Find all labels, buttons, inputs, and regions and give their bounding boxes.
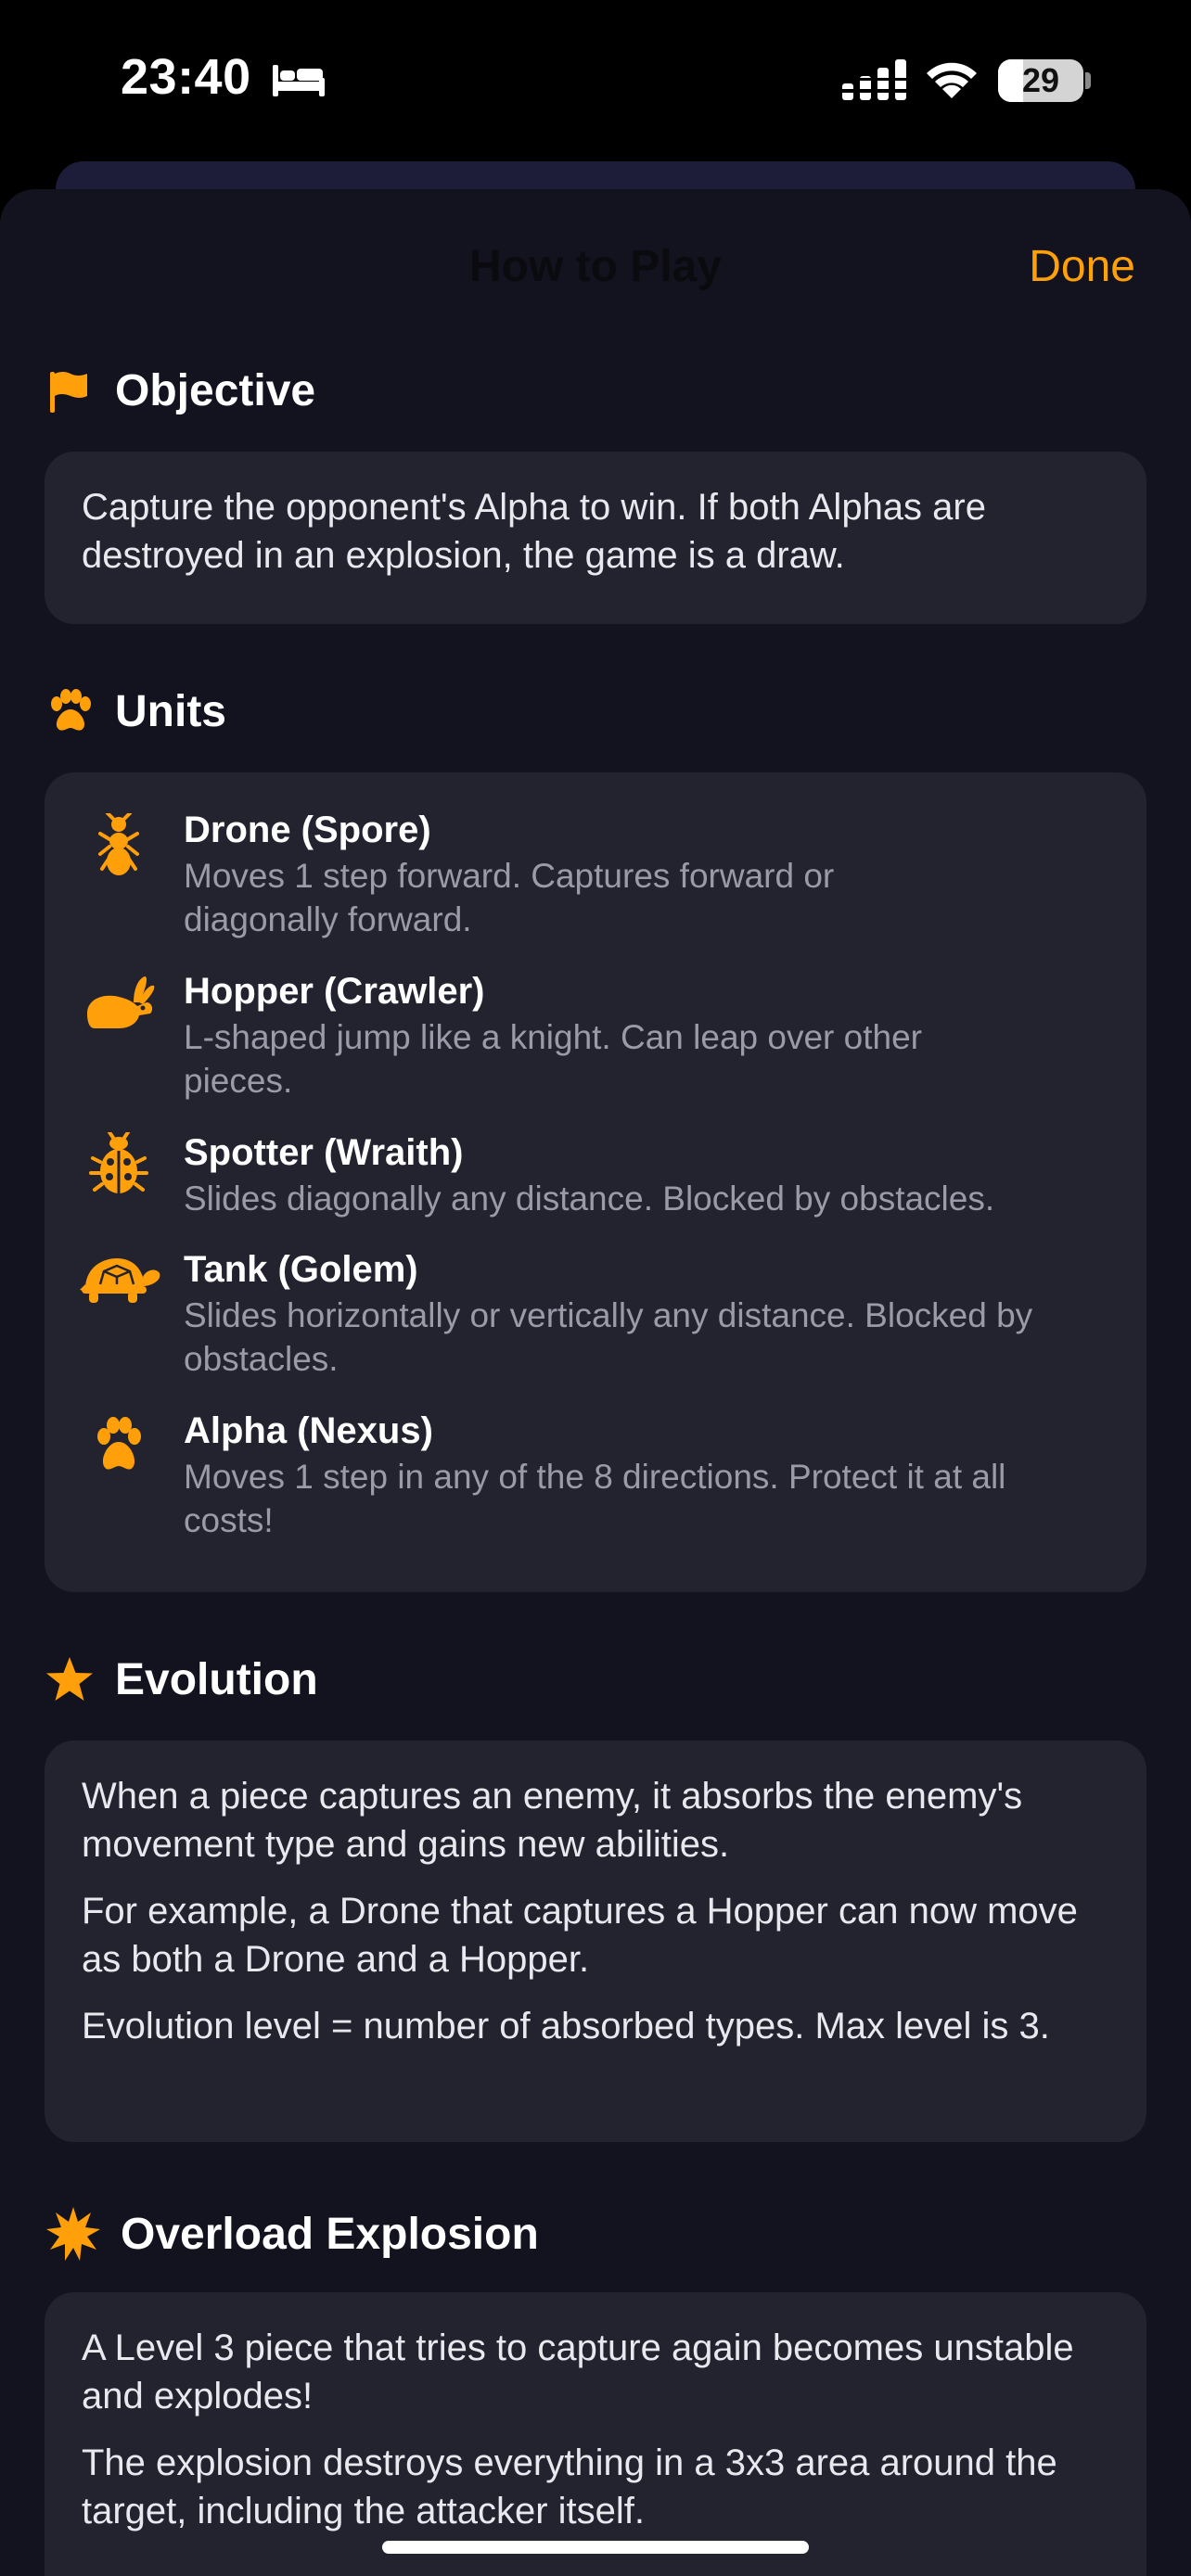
units-title: Units [115,687,226,736]
tortoise-icon [80,1258,160,1303]
unit-name: Drone (Spore) [184,810,431,850]
unit-name: Alpha (Nexus) [184,1410,433,1451]
unit-description: Moves 1 step forward. Captures forward o… [184,857,835,938]
sleep-focus-icon [273,65,325,96]
burst-icon [46,2207,100,2261]
unit-name: Hopper (Crawler) [184,971,485,1012]
evolution-text-1: When a piece captures an enemy, it absor… [82,1776,1023,1865]
unit-description: Moves 1 step in any of the 8 directions.… [184,1458,1006,1539]
flag-icon [50,371,87,413]
units-header: Units [45,686,226,737]
evolution-header: Evolution [45,1654,318,1705]
star-icon [46,1656,93,1701]
how-to-play-sheet: How to Play Done Objective Capture the o… [0,189,1191,2576]
unit-description: L-shaped jump like a knight. Can leap ov… [184,1018,922,1100]
wifi-icon [927,62,977,98]
hare-icon [87,976,155,1028]
units-card: Drone (Spore) Moves 1 step forward. Capt… [45,772,1146,1592]
battery-level: 29 [1021,61,1060,99]
done-button[interactable]: Done [1029,241,1135,292]
overload-text-2: The explosion destroys everything in a 3… [82,2442,1057,2531]
objective-header: Objective [45,365,315,416]
evolution-card: When a piece captures an enemy, it absor… [45,1741,1146,2142]
unit-description: Slides horizontally or vertically any di… [184,1296,1033,1378]
home-indicator[interactable] [382,2541,809,2554]
unit-name: Tank (Golem) [184,1249,418,1290]
objective-card: Capture the opponent's Alpha to win. If … [45,452,1146,624]
unit-description: Slides diagonally any distance. Blocked … [184,1180,995,1218]
evolution-text-3: Evolution level = number of absorbed typ… [82,2006,1050,2047]
objective-title: Objective [115,366,316,415]
status-bar: 23:40 29 [0,0,1191,158]
ant-icon [98,813,139,875]
overload-header: Overload Explosion [45,2205,539,2263]
sheet-title: How to Play [468,242,723,291]
overload-card: A Level 3 piece that tries to capture ag… [45,2292,1146,2576]
unit-name: Spotter (Wraith) [184,1132,464,1173]
overload-text-1: A Level 3 piece that tries to capture ag… [82,2327,1074,2417]
battery-indicator: 29 [998,59,1083,102]
ladybug-icon [89,1132,148,1193]
evolution-text-2: For example, a Drone that captures a Hop… [82,1891,1078,1980]
evolution-title: Evolution [115,1655,318,1704]
objective-text: Capture the opponent's Alpha to win. If … [82,487,986,576]
paw-icon [97,1417,141,1470]
status-time: 23:40 [121,49,251,105]
paw-icon [51,688,91,731]
cellular-signal-icon [842,59,907,100]
overload-title: Overload Explosion [121,2209,539,2259]
battery-cap [1085,72,1091,89]
